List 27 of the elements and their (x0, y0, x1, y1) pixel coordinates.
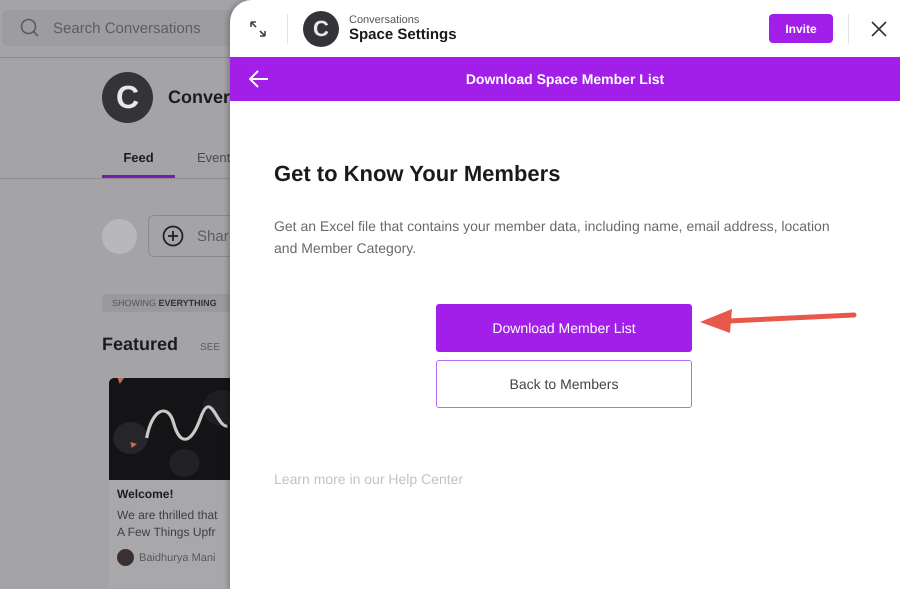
search-icon (20, 18, 40, 38)
space-name: Conversations (349, 14, 420, 26)
heading: Get to Know Your Members (274, 161, 562, 187)
space-name: Conver (168, 87, 230, 108)
expand-icon[interactable] (249, 20, 267, 38)
space-avatar: C (303, 10, 339, 46)
back-button[interactable]: Back to Members (436, 360, 692, 408)
post-excerpt: A Few Things Upfr (117, 524, 216, 541)
space-avatar: C (102, 72, 153, 123)
author-name: Baidhurya Mani (139, 552, 216, 564)
author-avatar (117, 549, 134, 566)
filter-chip[interactable]: SHOWING EVERYTHING (102, 294, 232, 312)
close-icon[interactable] (871, 20, 887, 36)
bar-title: Download Space Member List (464, 71, 666, 87)
back-arrow-icon[interactable] (249, 70, 269, 88)
post-excerpt: We are thrilled that (117, 507, 218, 524)
post-title: Welcome! (117, 487, 174, 501)
download-button[interactable]: Download Member List (436, 304, 692, 352)
section-title: Featured (102, 334, 178, 355)
plus-icon (162, 225, 184, 247)
tab[interactable]: Event (197, 145, 230, 178)
share-field[interactable]: Shar (148, 215, 232, 257)
panel-title: Space Settings (349, 26, 458, 43)
description: Get an Excel file that contains your member data, including name, email address, location and Member Category. (274, 217, 831, 258)
post-card[interactable]: Welcome! We are thrilled that A Few Things Upfr Baidhurya Mani (109, 378, 232, 588)
search-field[interactable]: Search Conversations (2, 10, 232, 46)
invite-button[interactable]: Invite (769, 14, 833, 43)
